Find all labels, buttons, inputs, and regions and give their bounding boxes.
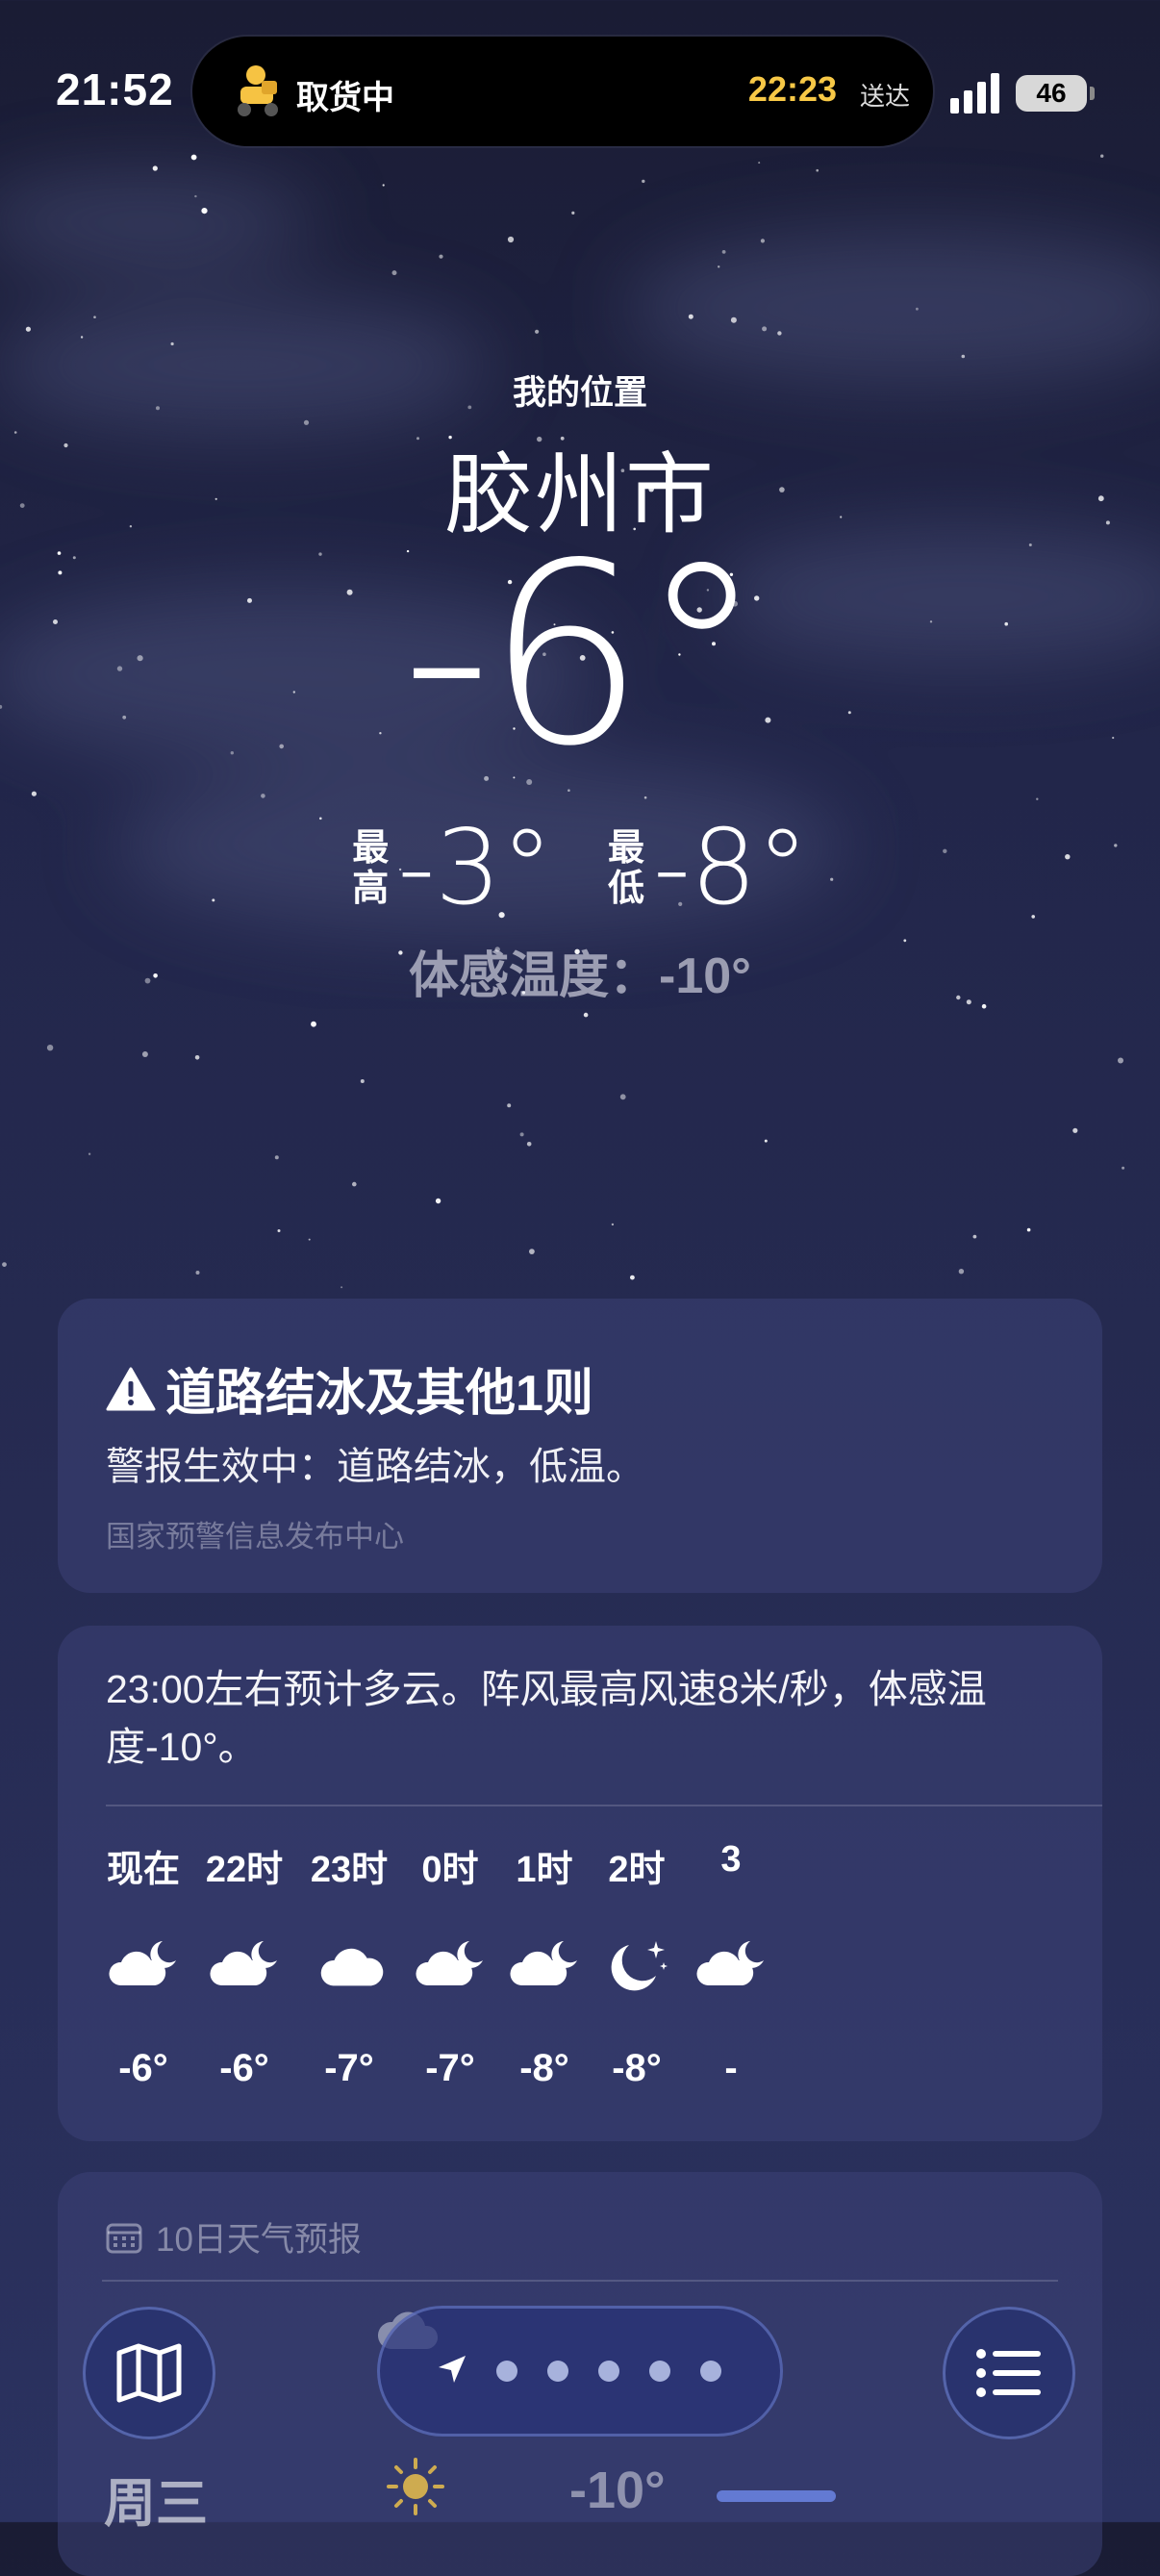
current-temperature: -6° (401, 511, 764, 801)
map-button[interactable] (83, 2307, 215, 2439)
alert-title-row: 道路结冰及其他1则 (106, 1352, 593, 1425)
calendar-icon (106, 2223, 142, 2253)
hour-label: 3 (720, 1839, 742, 1880)
temperature-range-bar (717, 2490, 836, 2502)
page-dot[interactable] (700, 2361, 721, 2382)
ten-day-header: 10日天气预报 (106, 2212, 362, 2261)
high-label: 最高 (352, 827, 390, 909)
page-dot[interactable] (649, 2361, 670, 2382)
divider (102, 2280, 1058, 2282)
page-indicator[interactable] (377, 2306, 783, 2437)
page-dot[interactable] (598, 2361, 619, 2382)
location-label: 我的位置 (512, 374, 647, 412)
status-time: 21:52 (56, 64, 174, 114)
sun-icon (387, 2458, 444, 2515)
alert-body: 警报生效中：道路结冰，低温。 (106, 1446, 644, 1488)
list-icon (976, 2349, 1041, 2397)
partly-cloudy-night-icon (668, 1935, 794, 2003)
high-low-row: 最高 -3° 最低 -8° (0, 808, 1160, 928)
delivery-rider-icon (238, 65, 278, 116)
map-icon (116, 2343, 182, 2403)
low-label: 最低 (607, 827, 644, 909)
day-low-temp: -10° (569, 2462, 666, 2519)
weather-alert-card[interactable]: 道路结冰及其他1则 警报生效中：道路结冰，低温。 国家预警信息发布中心 (58, 1299, 1102, 1593)
hour-temp: - (724, 2047, 738, 2089)
alert-title: 道路结冰及其他1则 (165, 1366, 593, 1422)
cellular-signal-icon (950, 73, 999, 114)
city-list-button[interactable] (943, 2307, 1075, 2439)
hourly-forecast-card[interactable]: 23:00左右预计多云。阵风最高风速8米/秒，体感温度-10°。 现在 -6° … (58, 1626, 1102, 2141)
island-eta-suffix: 送达 (859, 82, 910, 111)
location-arrow-icon (439, 2356, 466, 2383)
day-label: 周三 (104, 2475, 208, 2533)
page-dot[interactable] (547, 2361, 568, 2382)
high-temp: 最高 -3° (351, 808, 553, 928)
hourly-summary: 23:00左右预计多云。阵风最高风速8米/秒，体感温度-10°。 (106, 1667, 987, 1769)
battery-tip (1090, 87, 1095, 100)
high-value: -3° (397, 808, 553, 928)
feels-like: 体感温度：-10° (409, 948, 751, 1004)
low-temp: 最低 -8° (607, 808, 809, 928)
alert-source: 国家预警信息发布中心 (106, 1520, 404, 1553)
hourly-item: 3 - (668, 1839, 794, 2090)
low-value: -8° (653, 808, 809, 928)
ten-day-title: 10日天气预报 (156, 2221, 362, 2259)
warning-triangle-icon (106, 1367, 156, 1410)
dynamic-island-delivery[interactable]: 取货中 22:23 送达 (192, 37, 933, 146)
divider (106, 1805, 1102, 1806)
battery-indicator: 46 (1016, 75, 1087, 112)
island-eta: 22:23 (747, 69, 837, 109)
island-status-label: 取货中 (296, 80, 394, 116)
page-dot[interactable] (496, 2361, 517, 2382)
